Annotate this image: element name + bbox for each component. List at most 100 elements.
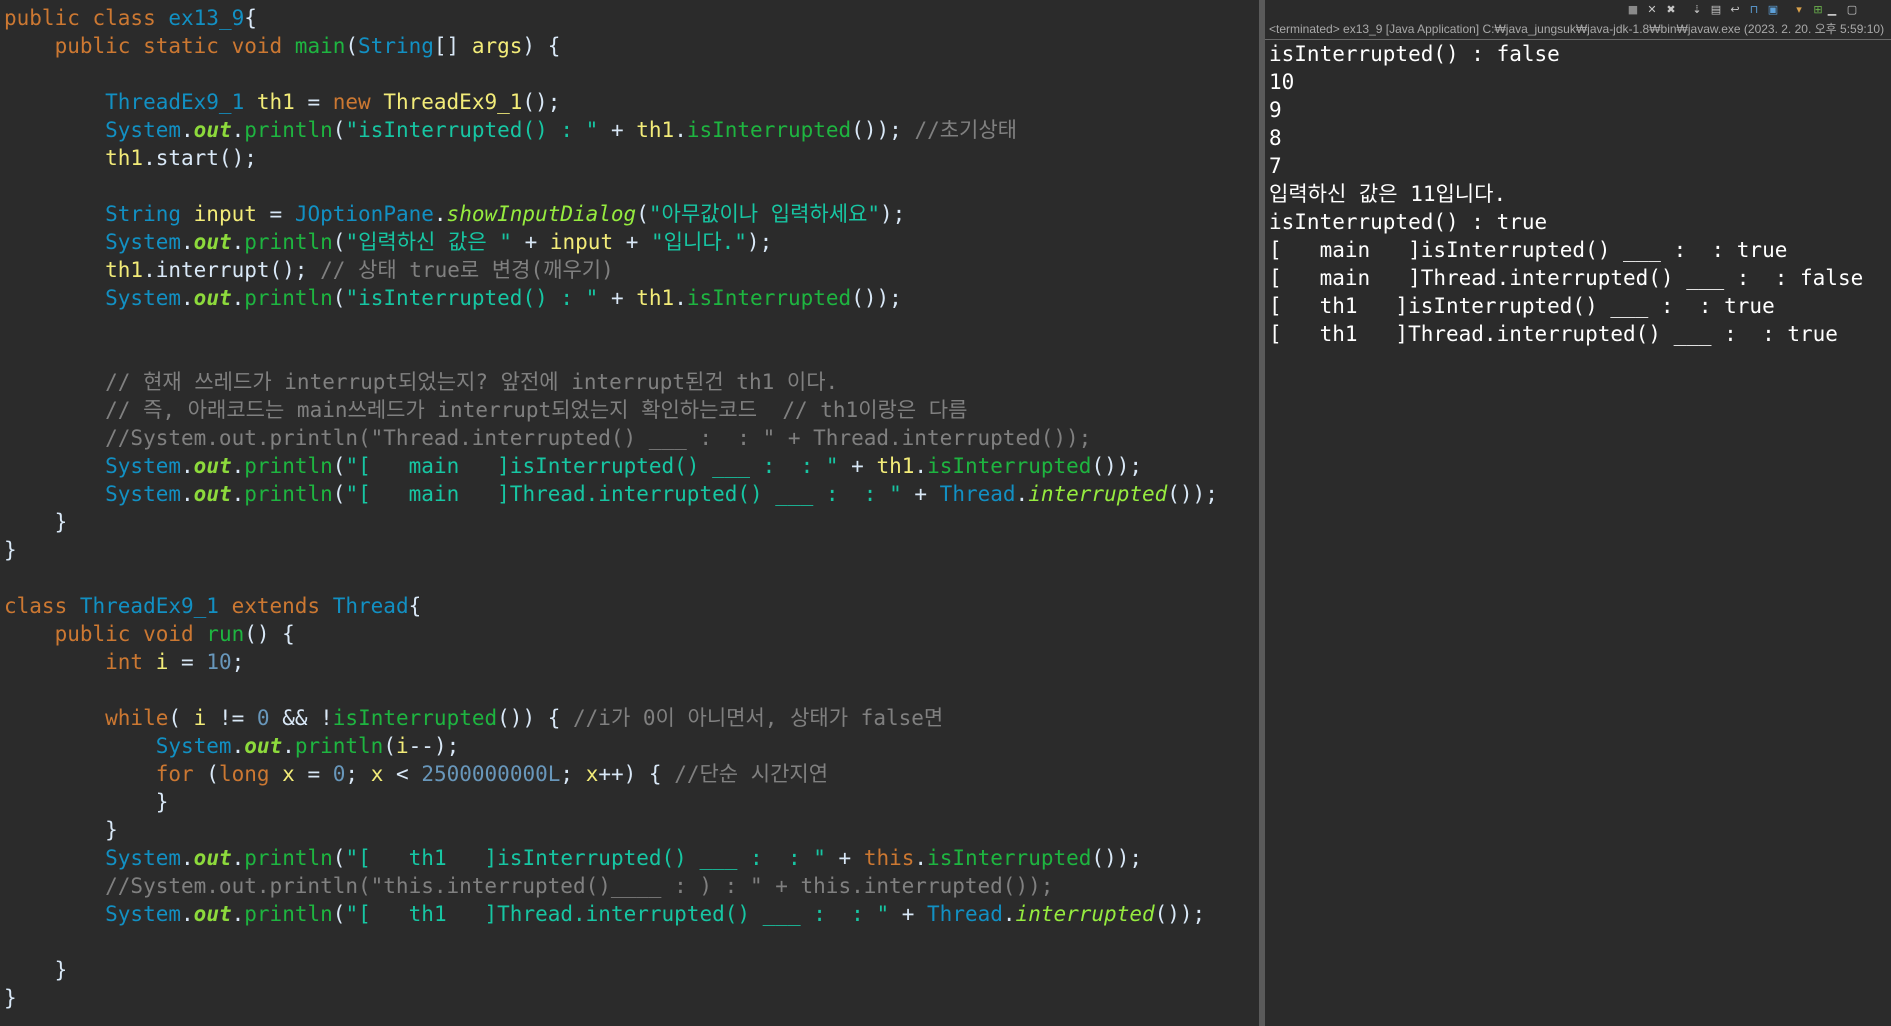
code-token: class <box>4 594 80 618</box>
code-token: ()); <box>1154 902 1206 926</box>
code-line: System.out.println("입력하신 값은 " + input + … <box>4 228 1218 256</box>
open-console-icon[interactable]: ▾ <box>1792 3 1806 16</box>
code-token: println <box>294 734 384 758</box>
code-token: println <box>244 286 333 310</box>
code-text[interactable]: public class ex13_9{ public static void … <box>4 4 1218 1012</box>
code-line: System.out.println("[ main ]Thread.inter… <box>4 480 1218 508</box>
code-token: while <box>4 706 169 730</box>
remove-all-terminated-icon[interactable]: ✖ <box>1664 3 1678 16</box>
code-token: "[ main ]isInterrupted() ___ : : " <box>345 454 839 478</box>
code-token: } <box>4 790 169 814</box>
console-launch-description: <terminated> ex13_9 [Java Application] C… <box>1269 22 1885 36</box>
code-token: "입력하신 값은 " <box>345 230 512 254</box>
code-token: --); <box>408 734 460 758</box>
code-token: ( <box>332 118 346 142</box>
console-output-line: 10 <box>1269 70 1295 94</box>
code-line: System.out.println("isInterrupted() : " … <box>4 284 1218 312</box>
code-token: = <box>256 202 295 226</box>
code-token: .interrupt(); <box>143 258 321 282</box>
code-token: "아무값이나 입력하세요" <box>648 202 880 226</box>
new-console-view-icon[interactable]: ⊞ <box>1811 3 1825 16</box>
code-token: . <box>181 454 194 478</box>
code-token: ; <box>560 762 586 786</box>
code-token: //System.out.println("Thread.interrupted… <box>4 426 1092 450</box>
console-output-line: isInterrupted() : true <box>1269 210 1548 234</box>
code-token: new <box>332 90 384 114</box>
code-token: out <box>193 482 232 506</box>
scroll-lock-icon[interactable]: ⇣ <box>1690 3 1704 16</box>
code-token: run <box>206 622 245 646</box>
code-token: . <box>1015 482 1029 506</box>
code-line: System.out.println("[ th1 ]isInterrupted… <box>4 844 1218 872</box>
code-line: } <box>4 984 1218 1012</box>
code-token: ( <box>332 286 346 310</box>
code-line: } <box>4 816 1218 844</box>
code-editor[interactable]: public class ex13_9{ public static void … <box>0 0 1259 1026</box>
code-token: } <box>4 818 118 842</box>
code-token: String <box>358 34 434 58</box>
code-token: . <box>231 118 245 142</box>
code-token: main <box>294 34 346 58</box>
code-token: ); <box>880 202 906 226</box>
code-token: . <box>231 734 245 758</box>
pin-console-icon[interactable]: ⊓ <box>1747 3 1761 16</box>
code-line: public static void main(String[] args) { <box>4 32 1218 60</box>
code-token: ThreadEx9_1 <box>4 90 257 114</box>
code-token: th1 <box>4 258 144 282</box>
code-token: System <box>4 286 182 310</box>
maximize-icon[interactable]: ▢ <box>1845 3 1859 16</box>
console-output-line: [ th1 ]isInterrupted() ___ : : true <box>1269 294 1775 318</box>
console-toolbar: ■ ✕ ✖ ⇣ ▤ ↩ ⊓ ▣ ▾ ⊞ ▁ ▢ <box>1265 0 1891 20</box>
code-token: . <box>181 482 194 506</box>
code-line: // 현재 쓰레드가 interrupt되었는지? 앞전에 interrupt된… <box>4 368 1218 396</box>
console-output-line: [ main ]Thread.interrupted() ___ : : fal… <box>1269 266 1864 290</box>
code-token: input <box>549 230 614 254</box>
code-token: . <box>231 482 245 506</box>
word-wrap-icon[interactable]: ↩ <box>1728 3 1742 16</box>
code-token: 0 <box>332 762 346 786</box>
code-token: + <box>598 118 637 142</box>
code-token: . <box>181 230 194 254</box>
code-token: //단순 시간지연 <box>674 762 829 786</box>
code-token: x <box>370 762 384 786</box>
code-token: public class <box>4 6 169 30</box>
stop-icon[interactable]: ■ <box>1626 3 1640 16</box>
code-token: isInterrupted <box>686 286 852 310</box>
code-token: ()) { <box>497 706 574 730</box>
code-token: Thread <box>927 902 1003 926</box>
code-token: 2500000000L <box>421 762 561 786</box>
code-token: println <box>244 846 333 870</box>
code-token: Thread <box>939 482 1016 506</box>
remove-launch-icon[interactable]: ✕ <box>1645 3 1659 16</box>
code-line: ThreadEx9_1 th1 = new ThreadEx9_1(); <box>4 88 1218 116</box>
code-token: th1 <box>636 286 675 310</box>
code-token: th1 <box>636 118 675 142</box>
code-token: . <box>231 902 245 926</box>
code-token: println <box>244 902 333 926</box>
code-token: ( <box>332 482 346 506</box>
code-token: } <box>4 986 17 1010</box>
code-token: out <box>244 734 283 758</box>
minimize-icon[interactable]: ▁ <box>1825 3 1839 16</box>
code-token: out <box>193 902 232 926</box>
console-view[interactable]: ■ ✕ ✖ ⇣ ▤ ↩ ⊓ ▣ ▾ ⊞ ▁ ▢ <terminated> ex13_9 [Java A… <box>1265 0 1891 1026</box>
code-line: for (long x = 0; x < 2500000000L; x++) {… <box>4 760 1218 788</box>
code-token: System <box>4 118 182 142</box>
code-token: . <box>181 846 194 870</box>
code-token: = <box>294 90 333 114</box>
code-token: = <box>294 762 333 786</box>
code-token: // 현재 쓰레드가 interrupt되었는지? 앞전에 interrupt된… <box>4 370 839 394</box>
code-token: ( <box>332 454 346 478</box>
code-token: th1 <box>4 146 144 170</box>
display-selected-console-icon[interactable]: ▣ <box>1766 3 1780 16</box>
code-token: "[ th1 ]isInterrupted() ___ : : " <box>345 846 826 870</box>
console-output[interactable]: isInterrupted() : false 10 9 8 7 입력하신 값은 11입니… <box>1269 40 1863 348</box>
code-token: } <box>4 510 68 534</box>
code-line: } <box>4 956 1218 984</box>
code-line: th1.start(); <box>4 144 1218 172</box>
code-token: isInterrupted <box>927 846 1092 870</box>
show-console-on-output-icon[interactable]: ▤ <box>1709 3 1723 16</box>
code-token: System <box>4 482 182 506</box>
